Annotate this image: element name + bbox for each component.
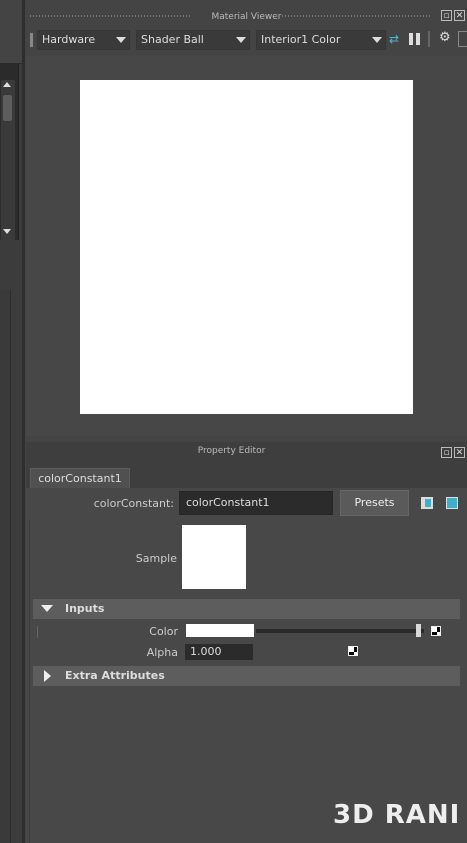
tab-colorconstant1[interactable]: colorConstant1: [30, 468, 130, 488]
show-output-icon[interactable]: [446, 497, 458, 509]
chevron-down-icon: [116, 37, 126, 43]
refresh-icon[interactable]: ⇄: [389, 32, 401, 46]
extra-attributes-label: Extra Attributes: [65, 669, 165, 682]
scrollbar-thumb[interactable]: [3, 95, 12, 121]
geometry-dropdown[interactable]: Shader Ball: [136, 30, 250, 50]
color-slider-track[interactable]: [256, 629, 424, 633]
alpha-label: Alpha: [146, 646, 178, 659]
environment-dropdown-value: Interior1 Color: [261, 33, 341, 46]
material-preview-swatch: [80, 80, 413, 414]
property-editor-title: Property Editor: [197, 446, 266, 456]
left-lower-pane: [0, 290, 11, 843]
close-panel-button[interactable]: ✕: [454, 447, 465, 458]
left-dock-toolbar: [0, 0, 22, 64]
title-grip-right: [276, 15, 430, 17]
collapse-arrow-icon: [41, 605, 53, 612]
show-input-icon[interactable]: [421, 497, 433, 509]
attribute-guide-line: [37, 626, 38, 638]
color-label: Color: [149, 625, 178, 638]
renderer-dropdown[interactable]: Hardware: [37, 30, 130, 50]
inputs-section-header[interactable]: Inputs: [33, 599, 460, 619]
inputs-section-label: Inputs: [65, 602, 105, 615]
map-button-checker-icon[interactable]: [348, 646, 358, 656]
scroll-up-arrow-icon[interactable]: [3, 82, 11, 87]
map-button-checker-icon[interactable]: [431, 626, 441, 636]
color-swatch[interactable]: [186, 624, 254, 637]
sample-label: Sample: [135, 552, 177, 565]
property-body-border: [29, 520, 30, 843]
environment-dropdown[interactable]: Interior1 Color: [256, 30, 386, 50]
chevron-down-icon: [236, 37, 246, 43]
panel-splitter[interactable]: [22, 0, 25, 843]
pause-icon-bar: [416, 33, 420, 45]
extra-attributes-section-header[interactable]: Extra Attributes: [33, 666, 460, 686]
node-type-label: colorConstant:: [93, 497, 174, 510]
settings-gear-icon[interactable]: ⚙: [439, 31, 453, 45]
presets-button[interactable]: Presets: [340, 490, 409, 516]
toolbar-handle[interactable]: [30, 33, 33, 47]
chevron-down-icon: [372, 37, 382, 43]
toolbar-divider: [428, 31, 430, 47]
geometry-dropdown-value: Shader Ball: [141, 33, 204, 46]
expand-arrow-icon: [44, 670, 51, 682]
color-slider-handle[interactable]: [416, 624, 421, 637]
sample-swatch: [182, 525, 246, 589]
float-window-icon[interactable]: ▫: [441, 447, 452, 458]
scroll-down-arrow-icon[interactable]: [3, 229, 11, 234]
close-panel-button[interactable]: ✕: [454, 10, 465, 21]
toolbar-overflow-button[interactable]: [458, 31, 467, 47]
float-window-icon[interactable]: ▫: [441, 10, 452, 21]
watermark-text: 3D RANI: [333, 800, 461, 830]
node-name-field[interactable]: colorConstant1: [179, 491, 333, 515]
pause-icon[interactable]: [409, 33, 413, 45]
renderer-dropdown-value: Hardware: [42, 33, 96, 46]
material-viewer-title: Material Viewer: [211, 12, 282, 22]
alpha-input[interactable]: 1.000: [185, 644, 253, 660]
